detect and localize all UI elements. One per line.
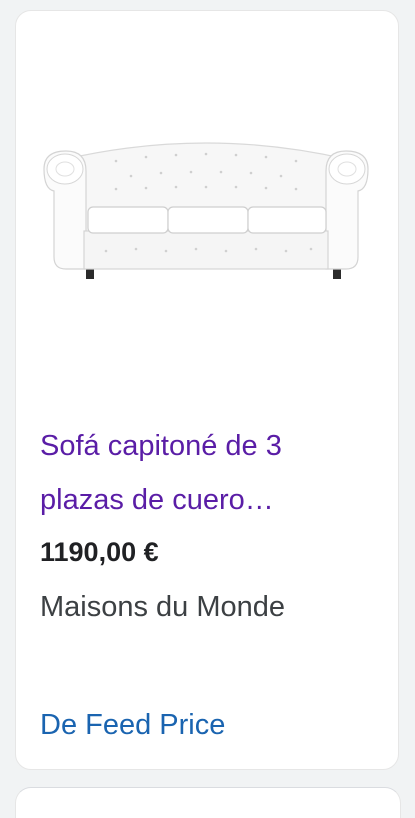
merchant-name: Maisons du Monde (40, 591, 286, 623)
next-product-card[interactable] (15, 787, 401, 818)
product-price: 1190,00 € (40, 537, 159, 567)
sofa-image[interactable] (36, 131, 376, 291)
product-title[interactable]: Sofá capitoné de 3 plazas de cuero… (40, 419, 370, 527)
product-card[interactable]: Sofá capitoné de 3 plazas de cuero… 1190… (15, 10, 399, 770)
source-link[interactable]: De Feed Price (40, 709, 225, 742)
